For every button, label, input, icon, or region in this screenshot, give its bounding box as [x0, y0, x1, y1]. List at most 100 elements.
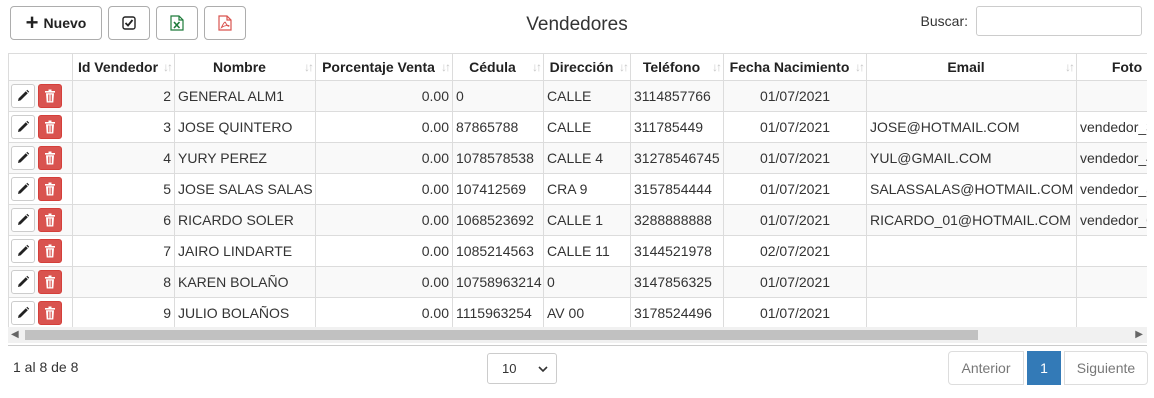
edit-button[interactable] — [11, 177, 35, 201]
delete-button[interactable] — [38, 115, 62, 139]
cell-direccion: CRA 9 — [543, 173, 631, 205]
page-size-select[interactable]: 10 — [487, 353, 557, 384]
delete-button[interactable] — [38, 84, 62, 108]
edit-button[interactable] — [11, 84, 35, 108]
cell-nombre: KAREN BOLAÑO — [174, 266, 316, 298]
header-id-vendedor[interactable]: Id Vendedor ↓↑ — [72, 53, 175, 81]
delete-button[interactable] — [38, 146, 62, 170]
chevron-down-icon — [538, 365, 548, 372]
pagination: Anterior 1 Siguiente — [948, 351, 1148, 385]
page-size-value: 10 — [502, 361, 517, 376]
sort-icon: ↓↑ — [855, 60, 865, 74]
cell-porcentaje: 0.00 — [315, 297, 453, 329]
cell-fecha: 02/07/2021 — [723, 235, 867, 267]
next-page-button[interactable]: Siguiente — [1064, 351, 1148, 385]
header-fecha-nacimiento[interactable]: Fecha Nacimiento ↓↑ — [723, 53, 867, 81]
cell-cedula: 10758963214 — [452, 266, 544, 298]
cell-id: 2 — [72, 80, 175, 112]
trash-icon — [45, 306, 55, 320]
cell-id: 9 — [72, 297, 175, 329]
cell-id: 6 — [72, 204, 175, 236]
edit-button[interactable] — [11, 239, 35, 263]
cell-direccion: 0 — [543, 266, 631, 298]
edit-button[interactable] — [11, 208, 35, 232]
cell-porcentaje: 0.00 — [315, 204, 453, 236]
cell-email — [866, 80, 1077, 112]
cell-telefono: 3157854444 — [630, 173, 724, 205]
search: Buscar: — [921, 6, 1142, 36]
scroll-left-arrow-icon[interactable]: ◀ — [11, 329, 19, 340]
cell-porcentaje: 0.00 — [315, 235, 453, 267]
delete-button[interactable] — [38, 301, 62, 325]
cell-email — [866, 235, 1077, 267]
cell-cedula: 1115963254 — [452, 297, 544, 329]
cell-porcentaje: 0.00 — [315, 173, 453, 205]
cell-fecha: 01/07/2021 — [723, 80, 867, 112]
header-email[interactable]: Email ↓↑ — [866, 53, 1077, 81]
table-row: 3 JOSE QUINTERO 0.00 87865788 CALLE 311785449… — [8, 111, 1147, 143]
table-row: 7 JAIRO LINDARTE 0.00 1085214563 CALLE 11 314… — [8, 235, 1147, 267]
cell-nombre: JOSE QUINTERO — [174, 111, 316, 143]
cell-id: 4 — [72, 142, 175, 174]
cell-foto — [1076, 266, 1147, 298]
sort-icon: ↓↑ — [441, 60, 451, 74]
cell-telefono: 3178524496 — [630, 297, 724, 329]
cell-foto — [1076, 235, 1147, 267]
cell-porcentaje: 0.00 — [315, 80, 453, 112]
cell-fecha: 01/07/2021 — [723, 204, 867, 236]
pencil-icon — [18, 89, 30, 101]
header-porcentaje-venta[interactable]: Porcentaje Venta ↓↑ — [315, 53, 453, 81]
cell-telefono: 311785449 — [630, 111, 724, 143]
scroll-right-arrow-icon[interactable]: ▶ — [1135, 329, 1143, 340]
trash-icon — [45, 151, 55, 165]
pencil-icon — [18, 244, 30, 256]
header-direccion[interactable]: Dirección ↓↑ — [543, 53, 631, 81]
edit-button[interactable] — [11, 270, 35, 294]
cell-foto: vendedor_6 — [1076, 204, 1147, 236]
actions-header — [8, 53, 73, 81]
delete-button[interactable] — [38, 177, 62, 201]
header-foto[interactable]: Foto — [1076, 53, 1147, 81]
cell-foto: vendedor_5 — [1076, 173, 1147, 205]
search-input[interactable] — [976, 6, 1142, 36]
cell-email — [866, 297, 1077, 329]
trash-icon — [45, 182, 55, 196]
trash-icon — [45, 89, 55, 103]
row-actions — [8, 204, 73, 236]
previous-page-button[interactable]: Anterior — [948, 351, 1024, 385]
header-telefono[interactable]: Teléfono ↓↑ — [630, 53, 724, 81]
edit-button[interactable] — [11, 146, 35, 170]
edit-button[interactable] — [11, 115, 35, 139]
horizontal-scrollbar[interactable]: ◀ ▶ — [8, 327, 1147, 343]
pencil-icon — [18, 213, 30, 225]
row-actions — [8, 297, 73, 329]
current-page-button[interactable]: 1 — [1027, 351, 1061, 385]
trash-icon — [45, 120, 55, 134]
cell-id: 7 — [72, 235, 175, 267]
delete-button[interactable] — [38, 270, 62, 294]
cell-direccion: CALLE 11 — [543, 235, 631, 267]
edit-button[interactable] — [11, 301, 35, 325]
cell-nombre: JAIRO LINDARTE — [174, 235, 316, 267]
cell-foto: vendedor_3 — [1076, 111, 1147, 143]
delete-button[interactable] — [38, 208, 62, 232]
row-actions — [8, 111, 73, 143]
cell-telefono: 31278546745 — [630, 142, 724, 174]
table-row: 8 KAREN BOLAÑO 0.00 10758963214 0 3147856325 0… — [8, 266, 1147, 298]
pencil-icon — [18, 120, 30, 132]
cell-fecha: 01/07/2021 — [723, 297, 867, 329]
search-label: Buscar: — [920, 13, 968, 29]
cell-email — [866, 266, 1077, 298]
cell-nombre: GENERAL ALM1 — [174, 80, 316, 112]
delete-button[interactable] — [38, 239, 62, 263]
header-cedula[interactable]: Cédula ↓↑ — [452, 53, 544, 81]
cell-cedula: 1078578538 — [452, 142, 544, 174]
cell-nombre: RICARDO SOLER — [174, 204, 316, 236]
cell-direccion: CALLE — [543, 80, 631, 112]
cell-porcentaje: 0.00 — [315, 111, 453, 143]
row-actions — [8, 266, 73, 298]
scrollbar-thumb[interactable] — [25, 330, 978, 340]
row-actions — [8, 235, 73, 267]
cell-direccion: CALLE — [543, 111, 631, 143]
header-nombre[interactable]: Nombre ↓↑ — [174, 53, 316, 81]
